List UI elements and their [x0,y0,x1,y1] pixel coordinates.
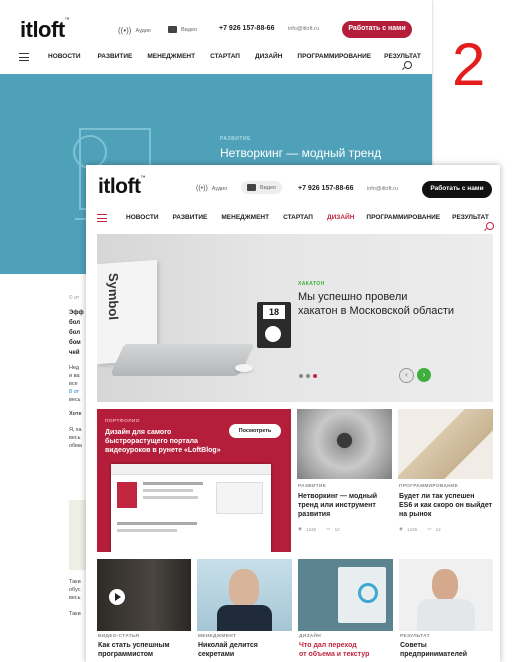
tile-title: Николай делится секретами [198,642,258,658]
portfolio-category: ПОРТФОЛИО [105,419,140,424]
work-with-us-button[interactable]: Работать с нами [342,21,412,38]
slide-dot-active[interactable] [313,374,317,378]
chevron-right-icon: › [422,370,426,379]
nav-item-programming[interactable]: ПРОГРАММИРОВАНИЕ [297,53,371,60]
audio-link[interactable]: ((•)) Аудио [196,185,227,192]
tile-title: Советы предпринимателей [400,642,468,658]
video-icon [247,184,256,191]
eye-icon: ◉ [399,526,404,531]
tile-category: РАЗВИТИЕ [298,484,327,489]
comment-icon: ▭ [326,526,331,531]
nav-item-management[interactable]: МЕНЕДЖМЕНТ [147,53,195,60]
calendar-image: 18 [257,302,291,348]
tile-category: ПРОГРАММИРОВАНИЕ [399,484,459,489]
logo[interactable]: itloft™ [98,175,145,199]
main-nav: НОВОСТИ РАЗВИТИЕ МЕНЕДЖМЕНТ СТАРТАП ДИЗА… [48,53,421,60]
video-link[interactable]: Видео [241,181,283,194]
slide-title[interactable]: Мы успешно провели хакатон в Московской … [298,290,454,318]
audio-icon: ((•)) [118,26,132,35]
article-tile[interactable]: ВИДЕО-СТАТЬЯ Как стать успешным программ… [97,559,191,662]
tile-category: РЕЗУЛЬТАТ [400,634,430,639]
email-link[interactable]: info@itloft.ru [288,26,319,32]
nav-item-design[interactable]: ДИЗАЙН [327,214,354,221]
work-with-us-button[interactable]: Работать с нами [422,181,492,198]
article-image [297,409,392,479]
menu-icon[interactable] [97,214,107,222]
search-icon[interactable] [486,222,494,230]
nav-item-development[interactable]: РАЗВИТИЕ [173,214,208,221]
menu-icon[interactable] [19,53,29,61]
play-button[interactable] [109,589,125,605]
mouse-image [235,364,253,372]
slide-next-button[interactable]: › [417,368,431,382]
eye-icon: ◉ [298,526,303,531]
video-icon [168,26,177,33]
nav-item-startup[interactable]: СТАРТАП [210,53,240,60]
article-image [399,559,493,631]
nav-item-news[interactable]: НОВОСТИ [48,53,81,60]
article-image [298,559,393,631]
phone-number[interactable]: +7 926 157-88-66 [298,185,353,192]
laptop-image [109,344,255,376]
nav-item-development[interactable]: РАЗВИТИЕ [98,53,133,60]
man-portrait-image [229,569,259,607]
view-portfolio-button[interactable]: Посмотреть [229,424,281,438]
tile-category: ВИДЕО-СТАТЬЯ [98,634,140,639]
tile-stats: ◉ 1245 ▭ 12 [298,526,340,532]
article-tile[interactable]: РЕЗУЛЬТАТ Советы предпринимателей [399,559,493,662]
logo[interactable]: itloft™ [20,17,70,43]
main-nav: НОВОСТИ РАЗВИТИЕ МЕНЕДЖМЕНТ СТАРТАП ДИЗА… [126,214,489,221]
article-text-fragments: © ит Эфф бол бол бом чей Нед и ва все 8 … [69,295,84,449]
portfolio-title: Дизайн для самого быстрорастущего портал… [105,429,221,454]
tile-title: Как стать успешным программистом [98,642,170,658]
tile-category: ДИЗАЙН [299,634,322,639]
slide-prev-button[interactable]: ‹ [399,368,414,383]
hero-category: РАЗВИТИЕ [220,136,251,142]
phone-number[interactable]: +7 926 157-88-66 [219,25,274,32]
tile-category: МЕНЕДЖМЕНТ [198,634,237,639]
article-tile[interactable]: ПРОГРАММИРОВАНИЕ Будет ли так успешен ES… [398,409,493,552]
slide-dot[interactable] [306,374,310,378]
loftblog-screenshot-image [111,464,271,552]
tile-title: Нетворкинг — модный тренд или инструмент… [298,493,378,518]
foreground-page-mockup: itloft™ ((•)) Аудио Видео +7 926 157-88-… [86,165,500,662]
nav-item-programming[interactable]: ПРОГРАММИРОВАНИЕ [366,214,440,221]
search-icon[interactable] [404,61,412,69]
article-image [398,409,493,479]
nav-item-result[interactable]: РЕЗУЛЬТАТ [384,53,421,60]
nav-item-management[interactable]: МЕНЕДЖМЕНТ [221,214,269,221]
tile-title: Будет ли так успешен ES6 и как скоро он … [399,493,493,518]
portfolio-tile[interactable]: ПОРТФОЛИО Дизайн для самого быстрорастущ… [97,409,291,552]
video-link[interactable]: Видео [168,26,197,33]
play-icon [115,593,121,601]
slide-pagination[interactable] [299,374,317,378]
nav-item-news[interactable]: НОВОСТИ [126,214,159,221]
tile-title: Что дал переход от объема и текстур [299,642,370,658]
audio-icon: ((•)) [196,185,208,192]
slide-category: ХАКАТОН [298,281,325,287]
comment-icon: ▭ [427,526,432,531]
article-tile[interactable]: МЕНЕДЖМЕНТ Николай делится секретами [197,559,292,662]
nav-item-startup[interactable]: СТАРТАП [283,214,313,221]
nav-item-design[interactable]: ДИЗАЙН [255,53,282,60]
slide-dot[interactable] [299,374,303,378]
screen-number-badge: 2 [452,31,486,98]
article-tile[interactable]: ДИЗАЙН Что дал переход от объема и текст… [298,559,393,662]
hero-slider[interactable]: Symbol 18 ХАКАТОН Мы успешно провели хак… [97,234,493,402]
chevron-left-icon: ‹ [405,370,408,379]
audio-link[interactable]: ((•)) Аудио [118,26,151,35]
article-tile[interactable]: РАЗВИТИЕ Нетворкинг — модный тренд или и… [297,409,392,552]
email-link[interactable]: info@itloft.ru [367,186,398,192]
tile-stats: ◉ 1245 ▭ 12 [399,526,441,532]
article-text-fragments-lower: Таки обус весь Таки [69,579,81,617]
nav-item-result[interactable]: РЕЗУЛЬТАТ [452,214,489,221]
